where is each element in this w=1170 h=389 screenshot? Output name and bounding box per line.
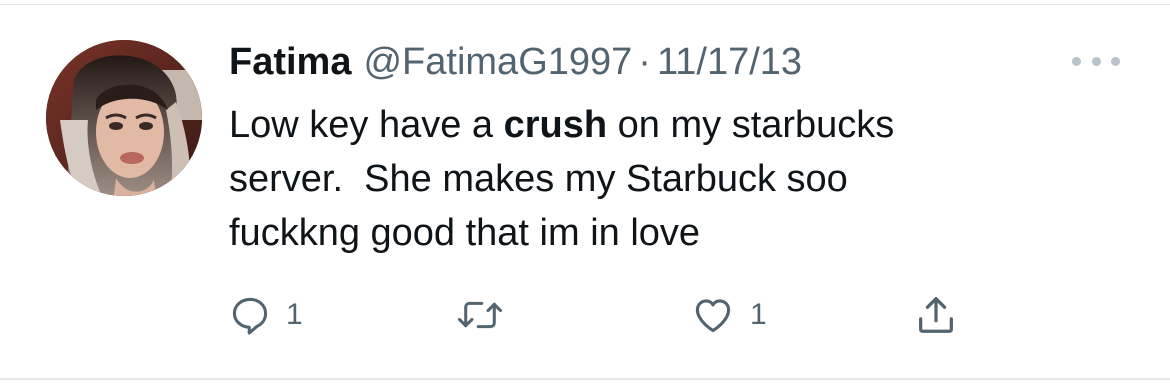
tweet-text-bold: crush: [503, 104, 608, 146]
more-dots-icon: [1091, 56, 1101, 66]
tweet-text-line: server. She makes my Starbuck soo: [229, 158, 848, 200]
user-handle[interactable]: @FatimaG1997: [363, 36, 632, 88]
timestamp[interactable]: 11/17/13: [657, 36, 802, 88]
header-separator: ·: [638, 41, 651, 83]
reply-count: 1: [286, 298, 303, 331]
like-button[interactable]: 1: [690, 285, 767, 345]
more-dots-icon: [1072, 56, 1081, 66]
tweet-text-segment: on my starbucks: [607, 104, 895, 146]
display-name[interactable]: Fatima: [229, 36, 351, 88]
share-upload-icon: [919, 297, 953, 333]
tweet-text-line: Low key have a crush on my starbucks: [229, 98, 1129, 152]
tweet-actions: 1 1: [0, 285, 1170, 345]
more-options-button[interactable]: [1072, 46, 1120, 76]
avatar[interactable]: [46, 40, 202, 196]
tweet-text-line: fuckkng good that im in love: [229, 212, 701, 254]
tweet-text: Low key have a crush on my starbucks ser…: [229, 98, 1129, 260]
more-dots-icon: [1111, 56, 1120, 66]
tweet[interactable]: Fatima @FatimaG1997 · 11/17/13 Low key h…: [0, 0, 1170, 389]
reply-bubble-icon: [232, 297, 268, 335]
reply-button[interactable]: 1: [228, 285, 303, 345]
heart-icon: [695, 299, 731, 333]
tweet-text-segment: Low key have a: [229, 104, 504, 146]
bottom-divider: [0, 378, 1170, 380]
avatar-image: [46, 40, 202, 196]
retweet-arrows-icon: [457, 301, 503, 329]
tweet-header: Fatima @FatimaG1997 · 11/17/13: [229, 36, 802, 88]
like-count: 1: [750, 298, 767, 331]
retweet-button[interactable]: [455, 285, 519, 345]
share-button[interactable]: [913, 285, 959, 345]
